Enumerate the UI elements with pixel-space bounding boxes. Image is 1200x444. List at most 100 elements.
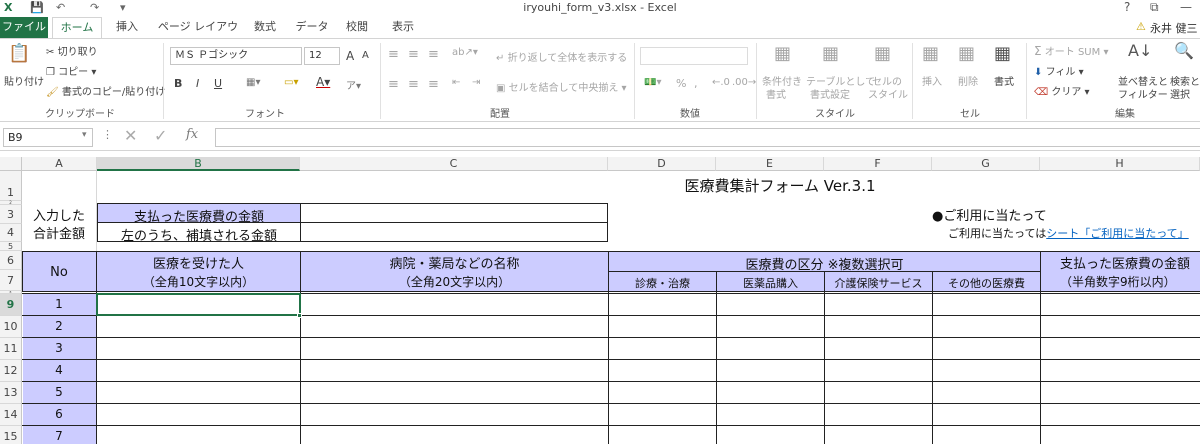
notice-text: ご利用に当たってはシート「ご利用に当たって」: [948, 227, 1189, 240]
select-all-corner[interactable]: [0, 157, 22, 171]
tab-home[interactable]: ホーム: [52, 17, 102, 39]
bold-button[interactable]: B: [174, 77, 182, 90]
paste-button[interactable]: 貼り付け: [4, 73, 44, 88]
confirm-entry-icon[interactable]: ✓: [154, 126, 167, 145]
tab-page-layout[interactable]: ページ レイアウト: [156, 17, 240, 53]
font-group-label: フォント: [245, 109, 285, 120]
name-box[interactable]: B9: [3, 128, 93, 147]
fill-button[interactable]: フィル: [1046, 67, 1076, 78]
notice-header: ●ご利用に当たって: [932, 209, 1047, 224]
tab-file[interactable]: ファイル: [0, 17, 48, 38]
tab-formulas[interactable]: 数式: [248, 17, 282, 38]
row-header[interactable]: 14: [0, 404, 22, 426]
phonetic-icon[interactable]: ア▾: [346, 77, 361, 92]
row-header[interactable]: 15: [0, 426, 22, 444]
align-top-icon[interactable]: ≡: [388, 47, 399, 62]
row-header[interactable]: 11: [0, 338, 22, 360]
row-header[interactable]: 4: [0, 224, 22, 242]
row-number: 6: [55, 407, 63, 421]
window-title: iryouhi_form_v3.xlsx - Excel: [523, 1, 677, 14]
border-icon[interactable]: ▦▾: [246, 77, 260, 88]
row-header[interactable]: 5: [0, 242, 22, 251]
decrease-decimal-icon[interactable]: .00→: [732, 77, 756, 88]
format-as-table-label2: 書式設定: [810, 90, 850, 101]
column-header-f[interactable]: F: [824, 157, 932, 171]
shrink-font-button[interactable]: A: [362, 50, 369, 61]
tab-view[interactable]: 表示: [386, 17, 420, 38]
font-size-select[interactable]: 12: [304, 47, 340, 65]
comma-button[interactable]: ,: [694, 77, 698, 90]
row-header[interactable]: 1: [0, 171, 22, 201]
accounting-format-icon[interactable]: 💵▾: [644, 77, 661, 88]
column-header-h[interactable]: H: [1040, 157, 1200, 171]
autosum-button[interactable]: オート SUM: [1045, 47, 1100, 58]
format-cells-button[interactable]: 書式: [994, 73, 1014, 88]
column-header-g[interactable]: G: [932, 157, 1040, 171]
fill-color-icon[interactable]: ▭▾: [284, 77, 298, 88]
italic-button[interactable]: I: [196, 77, 199, 90]
increase-decimal-icon[interactable]: ←.0: [712, 77, 730, 88]
group-separator: [163, 43, 164, 119]
copy-button[interactable]: コピー: [58, 67, 88, 78]
number-format-select[interactable]: [640, 47, 748, 65]
resize-handle-icon[interactable]: ⋮: [102, 128, 113, 141]
row-header[interactable]: 7: [0, 270, 22, 291]
decrease-indent-icon[interactable]: ⇤: [452, 77, 460, 88]
formula-input[interactable]: [215, 128, 1200, 147]
formula-bar: B9 ▾ ⋮ ✕ ✓ fx: [0, 123, 1200, 151]
row-header-selected[interactable]: 9: [0, 294, 22, 316]
align-right-icon[interactable]: ≡: [428, 77, 439, 92]
alignment-group-label: 配置: [490, 109, 510, 120]
column-header-a[interactable]: A: [22, 157, 97, 171]
insert-cells-button[interactable]: 挿入: [922, 73, 942, 88]
notice-link[interactable]: シート「ご利用に当たって」: [1046, 227, 1188, 240]
column-header-c[interactable]: C: [300, 157, 608, 171]
merge-center-button[interactable]: セルを結合して中央揃え: [509, 83, 619, 94]
font-name-select[interactable]: ＭＳ Ｐゴシック: [170, 47, 302, 65]
name-box-dropdown-icon[interactable]: ▾: [82, 130, 87, 140]
tab-insert[interactable]: 挿入: [110, 17, 144, 38]
help-button[interactable]: ?: [1124, 0, 1130, 14]
align-left-icon[interactable]: ≡: [388, 77, 399, 92]
align-middle-icon[interactable]: ≡: [408, 47, 419, 62]
row-header[interactable]: 10: [0, 316, 22, 338]
insert-function-button[interactable]: fx: [186, 127, 198, 142]
selected-cell-b9[interactable]: [96, 293, 301, 316]
minimize-button[interactable]: —: [1180, 0, 1192, 14]
align-bottom-icon[interactable]: ≡: [428, 47, 439, 62]
patient-header: 医療を受けた人: [152, 257, 244, 272]
column-header-e[interactable]: E: [716, 157, 824, 171]
input-total-label: 入力した: [32, 209, 85, 224]
user-name[interactable]: 永井 健三: [1150, 20, 1198, 36]
format-cells-icon: ▦: [994, 43, 1012, 64]
row-header[interactable]: 6: [0, 251, 22, 270]
column-header-d[interactable]: D: [608, 157, 716, 171]
delete-cells-button[interactable]: 削除: [958, 73, 978, 88]
tab-review[interactable]: 校閲: [340, 17, 374, 38]
wrap-text-button[interactable]: 折り返して全体を表示する: [508, 53, 628, 64]
align-center-icon[interactable]: ≡: [408, 77, 419, 92]
cut-button[interactable]: 切り取り: [58, 47, 98, 58]
row-header[interactable]: 13: [0, 382, 22, 404]
format-painter-button[interactable]: 書式のコピー/貼り付け: [62, 87, 165, 98]
percent-button[interactable]: %: [676, 77, 686, 90]
row-header[interactable]: 12: [0, 360, 22, 382]
ribbon-display-button[interactable]: ⧉: [1150, 0, 1159, 15]
number-group-label: 数値: [680, 109, 700, 120]
underline-button[interactable]: U: [214, 77, 222, 90]
column-header-b[interactable]: B: [97, 157, 300, 171]
grow-font-button[interactable]: A: [346, 49, 354, 63]
category-2: 医薬品購入: [743, 277, 798, 290]
clear-button[interactable]: クリア: [1051, 87, 1081, 98]
orientation-icon[interactable]: ab↗▾: [452, 47, 478, 58]
paid-total-cell[interactable]: [300, 203, 608, 223]
fill-handle[interactable]: [297, 313, 302, 318]
patient-header-sub: （全角10文字以内）: [142, 275, 255, 289]
tab-data[interactable]: データ: [292, 17, 332, 38]
reimbursed-total-cell[interactable]: [300, 222, 608, 242]
cancel-entry-icon[interactable]: ✕: [124, 126, 137, 145]
font-color-icon[interactable]: A▾: [316, 75, 330, 89]
row-header[interactable]: 3: [0, 205, 22, 224]
increase-indent-icon[interactable]: ⇥: [472, 77, 480, 88]
group-separator: [634, 43, 635, 119]
